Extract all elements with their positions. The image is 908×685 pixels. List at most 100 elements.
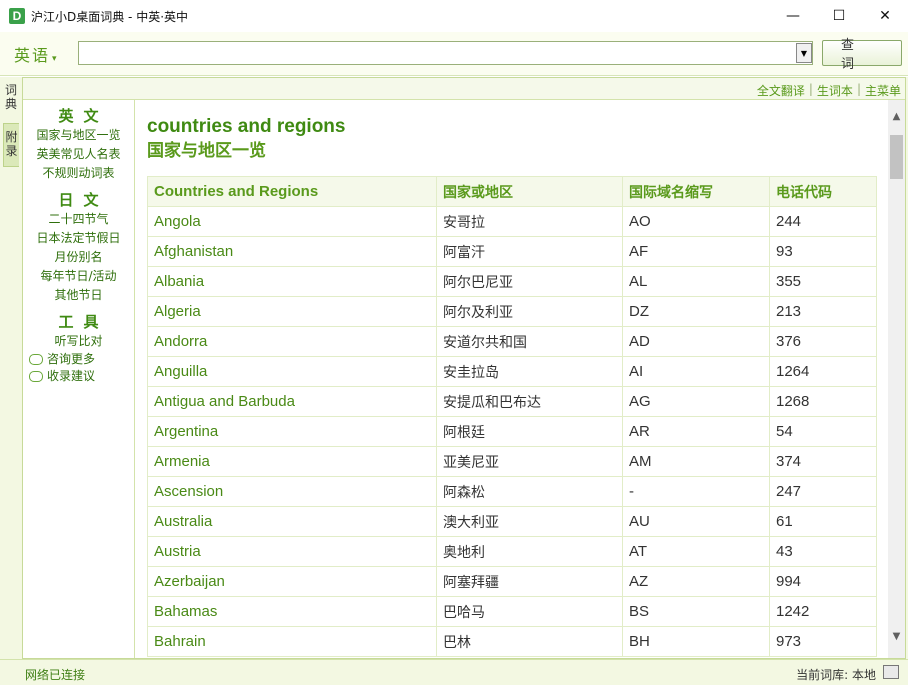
country-en-cell: Australia	[147, 506, 437, 537]
column-header-phone-code: 电话代码	[769, 176, 877, 207]
minimize-button[interactable]: —	[770, 0, 816, 32]
page-title: countries and regions	[147, 116, 346, 137]
network-status: 网络已连接	[25, 668, 86, 682]
top-links-bar: 全文翻译 | 生词本 | 主菜单	[23, 78, 905, 100]
nav-item-names[interactable]: 英美常见人名表	[23, 145, 134, 164]
phone-code-cell: 973	[769, 626, 877, 657]
domain-cell: BS	[622, 596, 770, 627]
nav-item-countries[interactable]: 国家与地区一览	[23, 126, 134, 145]
nav-item-dictation-compare[interactable]: 听写比对	[23, 332, 134, 351]
domain-cell: AZ	[622, 566, 770, 597]
country-en-cell: Anguilla	[147, 356, 437, 387]
country-en-cell: Andorra	[147, 326, 437, 357]
tab-dictionary[interactable]: 词典	[3, 83, 19, 111]
content-panel: 全文翻译 | 生词本 | 主菜单 英文 国家与地区一览 英美常见人名表 不规则动…	[22, 77, 906, 659]
phone-code-cell: 61	[769, 506, 877, 537]
table-row: Bahamas 巴哈马 BS 1242	[147, 596, 877, 627]
country-en-cell: Bahamas	[147, 596, 437, 627]
country-cn-cell: 阿尔及利亚	[436, 296, 623, 327]
full-text-translate-link[interactable]: 全文翻译	[757, 82, 805, 99]
table-row: Andorra 安道尔共和国 AD 376	[147, 326, 877, 357]
domain-cell: AG	[622, 386, 770, 417]
country-en-cell: Albania	[147, 266, 437, 297]
country-cn-cell: 亚美尼亚	[436, 446, 623, 477]
country-cn-cell: 巴哈马	[436, 596, 623, 627]
table-row: Austria 奥地利 AT 43	[147, 536, 877, 567]
vertical-scrollbar[interactable]: ▲ ▼	[888, 100, 905, 658]
vocabulary-book-link[interactable]: 生词本	[817, 82, 853, 99]
nav-item-other-festivals[interactable]: 其他节日	[23, 286, 134, 305]
country-en-cell: Azerbaijan	[147, 566, 437, 597]
table-header-row: Countries and Regions 国家或地区 国际域名缩写 电话代码	[147, 176, 877, 207]
domain-cell: AL	[622, 266, 770, 297]
suggest-entry-link[interactable]: 收录建议	[23, 368, 134, 385]
language-label: 英语	[14, 46, 51, 65]
column-header-country-en: Countries and Regions	[147, 176, 437, 207]
app-logo-icon: D	[9, 8, 25, 24]
table-row: Algeria 阿尔及利亚 DZ 213	[147, 296, 877, 327]
domain-cell: BH	[622, 626, 770, 657]
status-bar: 网络已连接 当前词库: 本地	[0, 659, 908, 685]
phone-code-cell: 374	[769, 446, 877, 477]
domain-cell: AI	[622, 356, 770, 387]
table-row: Argentina 阿根廷 AR 54	[147, 416, 877, 447]
scroll-down-icon[interactable]: ▼	[888, 628, 905, 645]
scroll-thumb[interactable]	[890, 135, 903, 179]
nav-item-solar-terms[interactable]: 二十四节气	[23, 210, 134, 229]
current-dictionary-status: 当前词库: 本地	[796, 668, 876, 682]
domain-cell: DZ	[622, 296, 770, 327]
country-en-cell: Armenia	[147, 446, 437, 477]
phone-code-cell: 1242	[769, 596, 877, 627]
domain-cell: AD	[622, 326, 770, 357]
country-en-cell: Antigua and Barbuda	[147, 386, 437, 417]
nav-heading-tools: 工具	[58, 313, 109, 331]
nav-item-month-names[interactable]: 月份别名	[23, 248, 134, 267]
consult-more-link[interactable]: 咨询更多	[23, 351, 134, 368]
tab-appendix[interactable]: 附录	[3, 123, 19, 167]
phone-code-cell: 213	[769, 296, 877, 327]
chevron-down-icon: ▾	[52, 54, 59, 64]
phone-code-cell: 54	[769, 416, 877, 447]
domain-cell: AO	[622, 206, 770, 237]
nav-item-japan-holidays[interactable]: 日本法定节假日	[23, 229, 134, 248]
domain-cell: AR	[622, 416, 770, 447]
nav-item-annual-events[interactable]: 每年节日/活动	[23, 267, 134, 286]
country-en-cell: Afghanistan	[147, 236, 437, 267]
country-en-cell: Bahrain	[147, 626, 437, 657]
phone-code-cell: 1268	[769, 386, 877, 417]
table-row: Albania 阿尔巴尼亚 AL 355	[147, 266, 877, 297]
country-cn-cell: 阿根廷	[436, 416, 623, 447]
table-row: Bahrain 巴林 BH 973	[147, 626, 877, 657]
table-row: Afghanistan 阿富汗 AF 93	[147, 236, 877, 267]
close-button[interactable]: ✕	[862, 0, 908, 32]
nav-heading-japanese: 日文	[58, 191, 109, 209]
country-cn-cell: 安圭拉岛	[436, 356, 623, 387]
country-en-cell: Ascension	[147, 476, 437, 507]
title-bar: D 沪江小D桌面词典 - 中英·英中 — ☐ ✕	[0, 0, 908, 32]
table-row: Anguilla 安圭拉岛 AI 1264	[147, 356, 877, 387]
main-menu-link[interactable]: 主菜单	[865, 82, 901, 99]
search-input[interactable]	[78, 41, 813, 65]
chat-bubble-icon	[29, 371, 43, 382]
settings-panel-icon[interactable]	[883, 665, 899, 679]
country-en-cell: Argentina	[147, 416, 437, 447]
query-button[interactable]: 查词	[822, 38, 902, 72]
appendix-nav: 英文 国家与地区一览 英美常见人名表 不规则动词表 日文 二十四节气 日本法定节…	[23, 100, 135, 658]
phone-code-cell: 244	[769, 206, 877, 237]
table-body: Angola 安哥拉 AO 244 Afghanistan 阿富汗 AF 93 Albania 阿…	[147, 206, 877, 657]
suggest-entry-label: 收录建议	[47, 369, 96, 383]
country-cn-cell: 阿富汗	[436, 236, 623, 267]
scroll-up-icon[interactable]: ▲	[888, 108, 905, 125]
language-selector[interactable]: 英语 ▾	[14, 42, 59, 66]
country-cn-cell: 阿森松	[436, 476, 623, 507]
table-row: Antigua and Barbuda 安提瓜和巴布达 AG 1268	[147, 386, 877, 417]
history-dropdown-button[interactable]: ▼	[796, 43, 812, 63]
search-bar: 英语 ▾ ▼ 查词	[0, 32, 908, 76]
nav-item-irregular-verbs[interactable]: 不规则动词表	[23, 164, 134, 183]
country-en-cell: Austria	[147, 536, 437, 567]
maximize-button[interactable]: ☐	[816, 0, 862, 32]
phone-code-cell: 376	[769, 326, 877, 357]
consult-more-label: 咨询更多	[47, 352, 96, 366]
side-tabs: 词典 附录	[0, 77, 22, 659]
countries-table: Countries and Regions 国家或地区 国际域名缩写 电话代码 …	[147, 176, 877, 657]
